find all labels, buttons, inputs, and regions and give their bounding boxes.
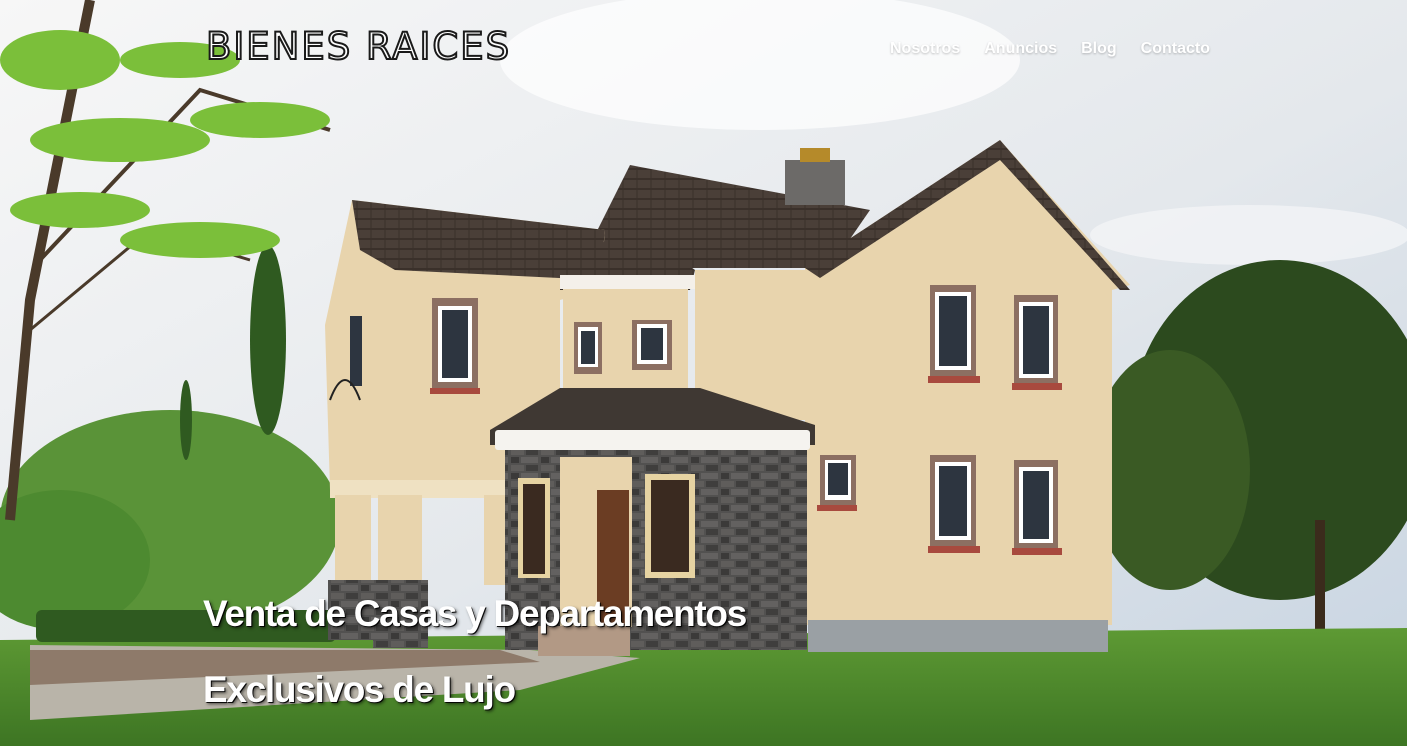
nav-link-anuncios[interactable]: Anuncios — [984, 40, 1057, 58]
nav-link-contacto[interactable]: Contacto — [1141, 40, 1210, 58]
hero-headline-line-1: Venta de Casas y Departamentos — [203, 593, 747, 634]
site-header: BIENES RAICES Nosotros Anuncios Blog Con… — [0, 0, 1407, 100]
hero-headline: Venta de Casas y Departamentos Exclusivo… — [203, 576, 747, 728]
nav-link-nosotros[interactable]: Nosotros — [890, 40, 960, 58]
site-logo[interactable]: BIENES RAICES — [205, 25, 511, 69]
main-navigation: Nosotros Anuncios Blog Contacto — [890, 40, 1210, 58]
hero-section: BIENES RAICES Nosotros Anuncios Blog Con… — [0, 0, 1407, 746]
nav-link-blog[interactable]: Blog — [1081, 40, 1117, 58]
hero-headline-line-2: Exclusivos de Lujo — [203, 669, 516, 710]
